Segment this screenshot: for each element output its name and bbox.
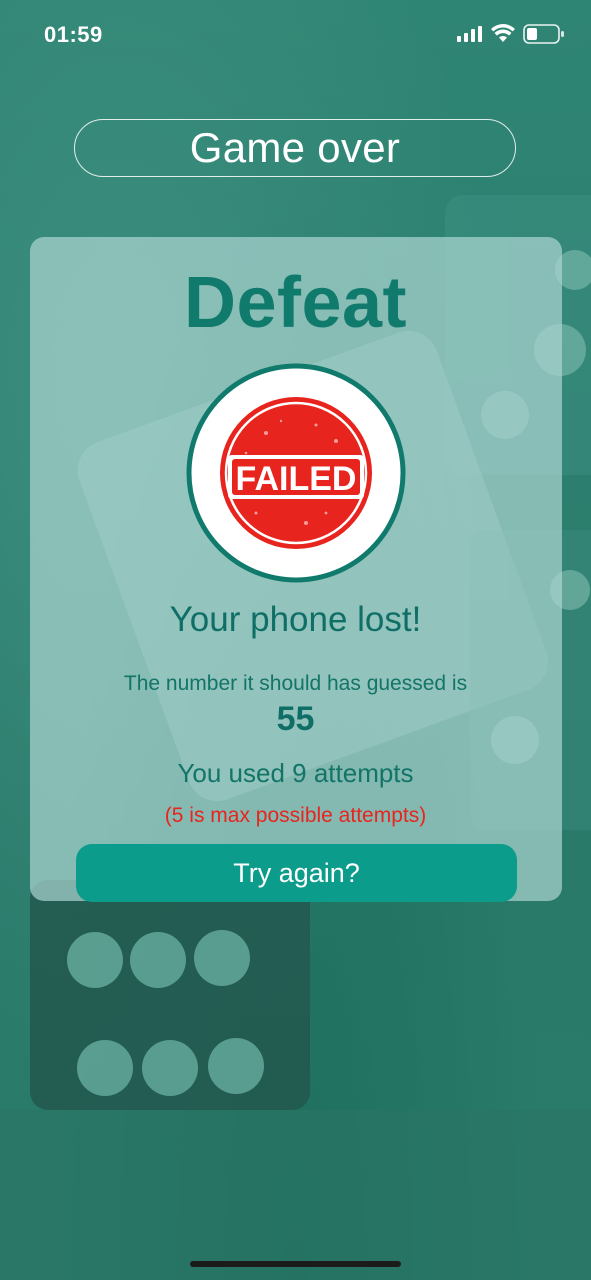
status-icons (457, 22, 567, 48)
guessed-number-value: 55 (276, 700, 315, 738)
attempts-used-text: You used 9 attempts (177, 758, 414, 788)
defeat-heading: Defeat (183, 263, 408, 343)
guessed-number-label: The number it should has guessed is (123, 672, 468, 695)
try-again-button[interactable]: Try again? (76, 844, 517, 902)
wifi-icon (491, 24, 515, 42)
stamp-text: FAILED (236, 460, 357, 498)
game-over-title: Game over (74, 119, 516, 177)
cellular-signal-icon (457, 26, 482, 42)
battery-icon (523, 24, 564, 44)
max-attempts-note: (5 is max possible attempts) (164, 804, 427, 827)
failed-stamp: FAILED (186, 363, 406, 583)
failed-stamp-icon: FAILED (186, 363, 406, 583)
status-time: 01:59 (44, 22, 103, 47)
status-bar: 01:59 (0, 0, 591, 70)
page-title: Game over (189, 124, 401, 171)
result-message: Your phone lost! (169, 600, 422, 639)
home-indicator[interactable] (190, 1261, 401, 1267)
